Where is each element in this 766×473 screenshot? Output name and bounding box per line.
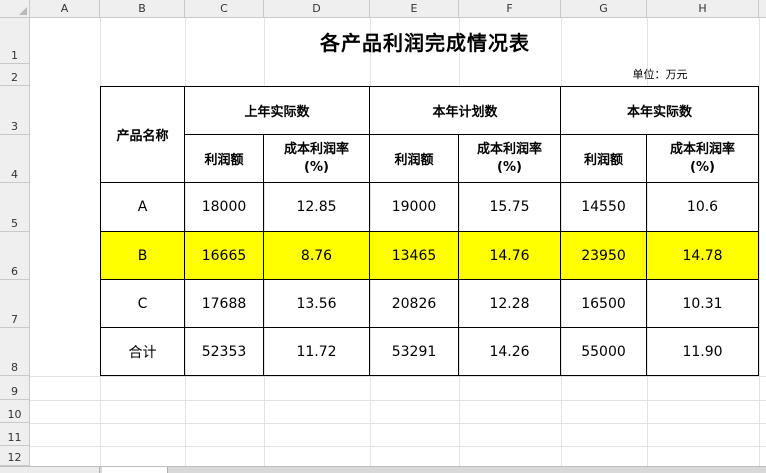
gridline xyxy=(30,400,766,401)
header-rate[interactable]: 成本利润率 (%) xyxy=(647,135,759,183)
cell-value[interactable]: 14.76 xyxy=(459,232,561,280)
cell-value[interactable]: 8.76 xyxy=(264,232,370,280)
cell-product[interactable]: B xyxy=(101,232,185,280)
cell-value[interactable]: 52353 xyxy=(185,328,264,376)
gridline xyxy=(759,18,760,466)
cell-value[interactable]: 17688 xyxy=(185,280,264,328)
row-header-4[interactable]: 4 xyxy=(0,135,30,183)
row-header-3[interactable]: 3 xyxy=(0,86,30,135)
cell-value[interactable]: 13.56 xyxy=(264,280,370,328)
cell-value[interactable]: 12.85 xyxy=(264,183,370,232)
cell-value[interactable]: 18000 xyxy=(185,183,264,232)
header-group-actual[interactable]: 本年实际数 xyxy=(561,87,759,135)
col-header-b[interactable]: B xyxy=(100,0,185,18)
cell-product[interactable]: C xyxy=(101,280,185,328)
row-header-9[interactable]: 9 xyxy=(0,376,30,400)
cell-value[interactable]: 23950 xyxy=(561,232,647,280)
col-header-e[interactable]: E xyxy=(370,0,459,18)
header-profit[interactable]: 利润额 xyxy=(185,135,264,183)
cell-value[interactable]: 55000 xyxy=(561,328,647,376)
select-all-corner[interactable] xyxy=(0,0,30,18)
cell-value[interactable]: 11.90 xyxy=(647,328,759,376)
cell-value[interactable]: 10.6 xyxy=(647,183,759,232)
header-rate[interactable]: 成本利润率 (%) xyxy=(264,135,370,183)
row-header-8[interactable]: 8 xyxy=(0,328,30,376)
col-header-next xyxy=(759,0,766,18)
col-header-a[interactable]: A xyxy=(30,0,100,18)
col-header-f[interactable]: F xyxy=(459,0,561,18)
cell-value[interactable]: 20826 xyxy=(370,280,459,328)
sheet-tab[interactable] xyxy=(0,467,100,473)
header-group-last-year[interactable]: 上年实际数 xyxy=(185,87,370,135)
gridline xyxy=(30,376,766,377)
cell-value[interactable]: 13465 xyxy=(370,232,459,280)
header-profit[interactable]: 利润额 xyxy=(561,135,647,183)
sheet-tab-active[interactable] xyxy=(102,467,168,473)
cell-value[interactable]: 53291 xyxy=(370,328,459,376)
row-header-7[interactable]: 7 xyxy=(0,280,30,328)
cell-value[interactable]: 15.75 xyxy=(459,183,561,232)
cell-product[interactable]: A xyxy=(101,183,185,232)
corner-triangle-icon xyxy=(19,7,27,15)
cell-value[interactable]: 16665 xyxy=(185,232,264,280)
cell-product[interactable]: 合计 xyxy=(101,328,185,376)
row-header-5[interactable]: 5 xyxy=(0,183,30,232)
cell-value[interactable]: 16500 xyxy=(561,280,647,328)
row-header-10[interactable]: 10 xyxy=(0,400,30,423)
cell-value[interactable]: 14.78 xyxy=(647,232,759,280)
cell-value[interactable]: 10.31 xyxy=(647,280,759,328)
cell-value[interactable]: 11.72 xyxy=(264,328,370,376)
header-group-plan[interactable]: 本年计划数 xyxy=(370,87,561,135)
col-header-h[interactable]: H xyxy=(647,0,759,18)
header-product-name[interactable]: 产品名称 xyxy=(101,87,185,183)
gridline xyxy=(30,423,766,424)
gridline xyxy=(30,446,766,447)
row-header-12[interactable]: 12 xyxy=(0,446,30,466)
sheet-title[interactable]: 各产品利润完成情况表 xyxy=(185,26,665,56)
cell-value[interactable]: 14.26 xyxy=(459,328,561,376)
cell-value[interactable]: 12.28 xyxy=(459,280,561,328)
col-header-g[interactable]: G xyxy=(561,0,647,18)
row-header-1[interactable]: 1 xyxy=(0,18,30,64)
col-header-c[interactable]: C xyxy=(185,0,264,18)
cell-value[interactable]: 19000 xyxy=(370,183,459,232)
header-rate[interactable]: 成本利润率 (%) xyxy=(459,135,561,183)
cell-value[interactable]: 14550 xyxy=(561,183,647,232)
col-header-d[interactable]: D xyxy=(264,0,370,18)
unit-label[interactable]: 单位：万元 xyxy=(600,65,720,83)
row-header-11[interactable]: 11 xyxy=(0,423,30,446)
header-profit[interactable]: 利润额 xyxy=(370,135,459,183)
row-header-6[interactable]: 6 xyxy=(0,232,30,280)
row-header-2[interactable]: 2 xyxy=(0,64,30,86)
